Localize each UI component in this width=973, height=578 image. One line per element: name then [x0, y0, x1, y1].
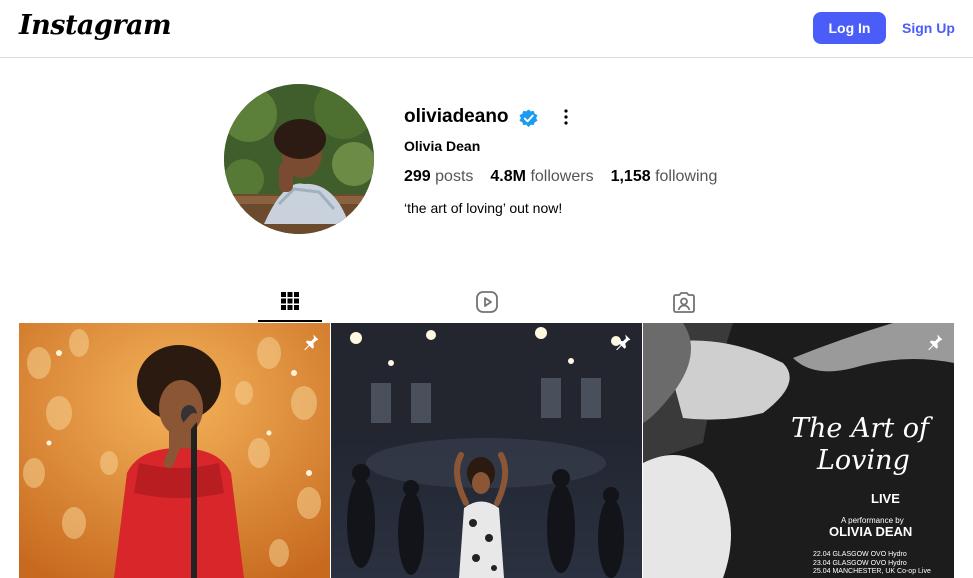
avatar-photo [224, 84, 374, 234]
pin-icon [304, 334, 319, 351]
top-navigation-bar: Instagram Log In Sign Up [0, 0, 973, 58]
post-image-dance-scene [331, 323, 642, 578]
followers-count-value: 4.8M [490, 168, 526, 185]
poster-date-1: 22.04 GLASGOW OVO Hydro [813, 551, 907, 558]
following-count[interactable]: 1,158 following [611, 168, 718, 186]
followers-count[interactable]: 4.8M followers [490, 168, 593, 186]
log-in-button[interactable]: Log In [813, 12, 886, 44]
post-tile-2[interactable] [331, 323, 642, 578]
pin-icon [928, 334, 943, 351]
profile-bio: ‘the art of loving’ out now! [404, 200, 563, 216]
profile-tabs [19, 282, 954, 322]
poster-date-2: 23.04 GLASGOW OVO Hydro [813, 559, 907, 567]
posts-count-value: 299 [404, 168, 431, 185]
post-image-singer-red-dress [19, 323, 330, 578]
poster-title: The Art of Loving [791, 413, 951, 477]
following-count-value: 1,158 [610, 168, 651, 185]
tab-posts[interactable] [258, 282, 322, 322]
profile-avatar[interactable] [224, 84, 374, 234]
followers-count-label: followers [530, 168, 594, 185]
profile-username: oliviadeano [404, 106, 509, 127]
posts-grid: The Art of Loving LIVE A performance by … [19, 323, 954, 578]
poster-tour-dates: 22.04 GLASGOW OVO Hydro 23.04 GLASGOW OV… [813, 551, 931, 577]
posts-count: 299 posts [404, 168, 473, 186]
profile-full-name: Olivia Dean [404, 138, 481, 154]
sign-up-link[interactable]: Sign Up [896, 12, 961, 44]
post-tile-1[interactable] [19, 323, 330, 578]
poster-title-line2: Loving [817, 445, 910, 476]
following-count-label: following [655, 168, 718, 185]
tab-tagged[interactable] [652, 282, 716, 322]
more-options-icon[interactable] [556, 106, 576, 128]
instagram-logo[interactable]: Instagram [19, 10, 172, 41]
poster-artist: OLIVIA DEAN [829, 524, 913, 539]
poster-date-3: 25.04 MANCHESTER, UK Co-op Live [813, 568, 931, 575]
pin-icon [616, 334, 631, 351]
post-tile-3[interactable]: The Art of Loving LIVE A performance by … [643, 323, 954, 578]
tab-reels[interactable] [455, 282, 519, 322]
grid-icon [281, 292, 299, 310]
profile-stats: 299 posts 4.8M followers 1,158 following [404, 168, 717, 186]
poster-title-line1: The Art of [791, 413, 930, 444]
poster-live-label: LIVE [871, 491, 900, 506]
reels-icon [476, 291, 498, 313]
tagged-icon [673, 292, 695, 313]
posts-count-label: posts [435, 168, 474, 185]
verified-badge-icon [519, 109, 538, 128]
